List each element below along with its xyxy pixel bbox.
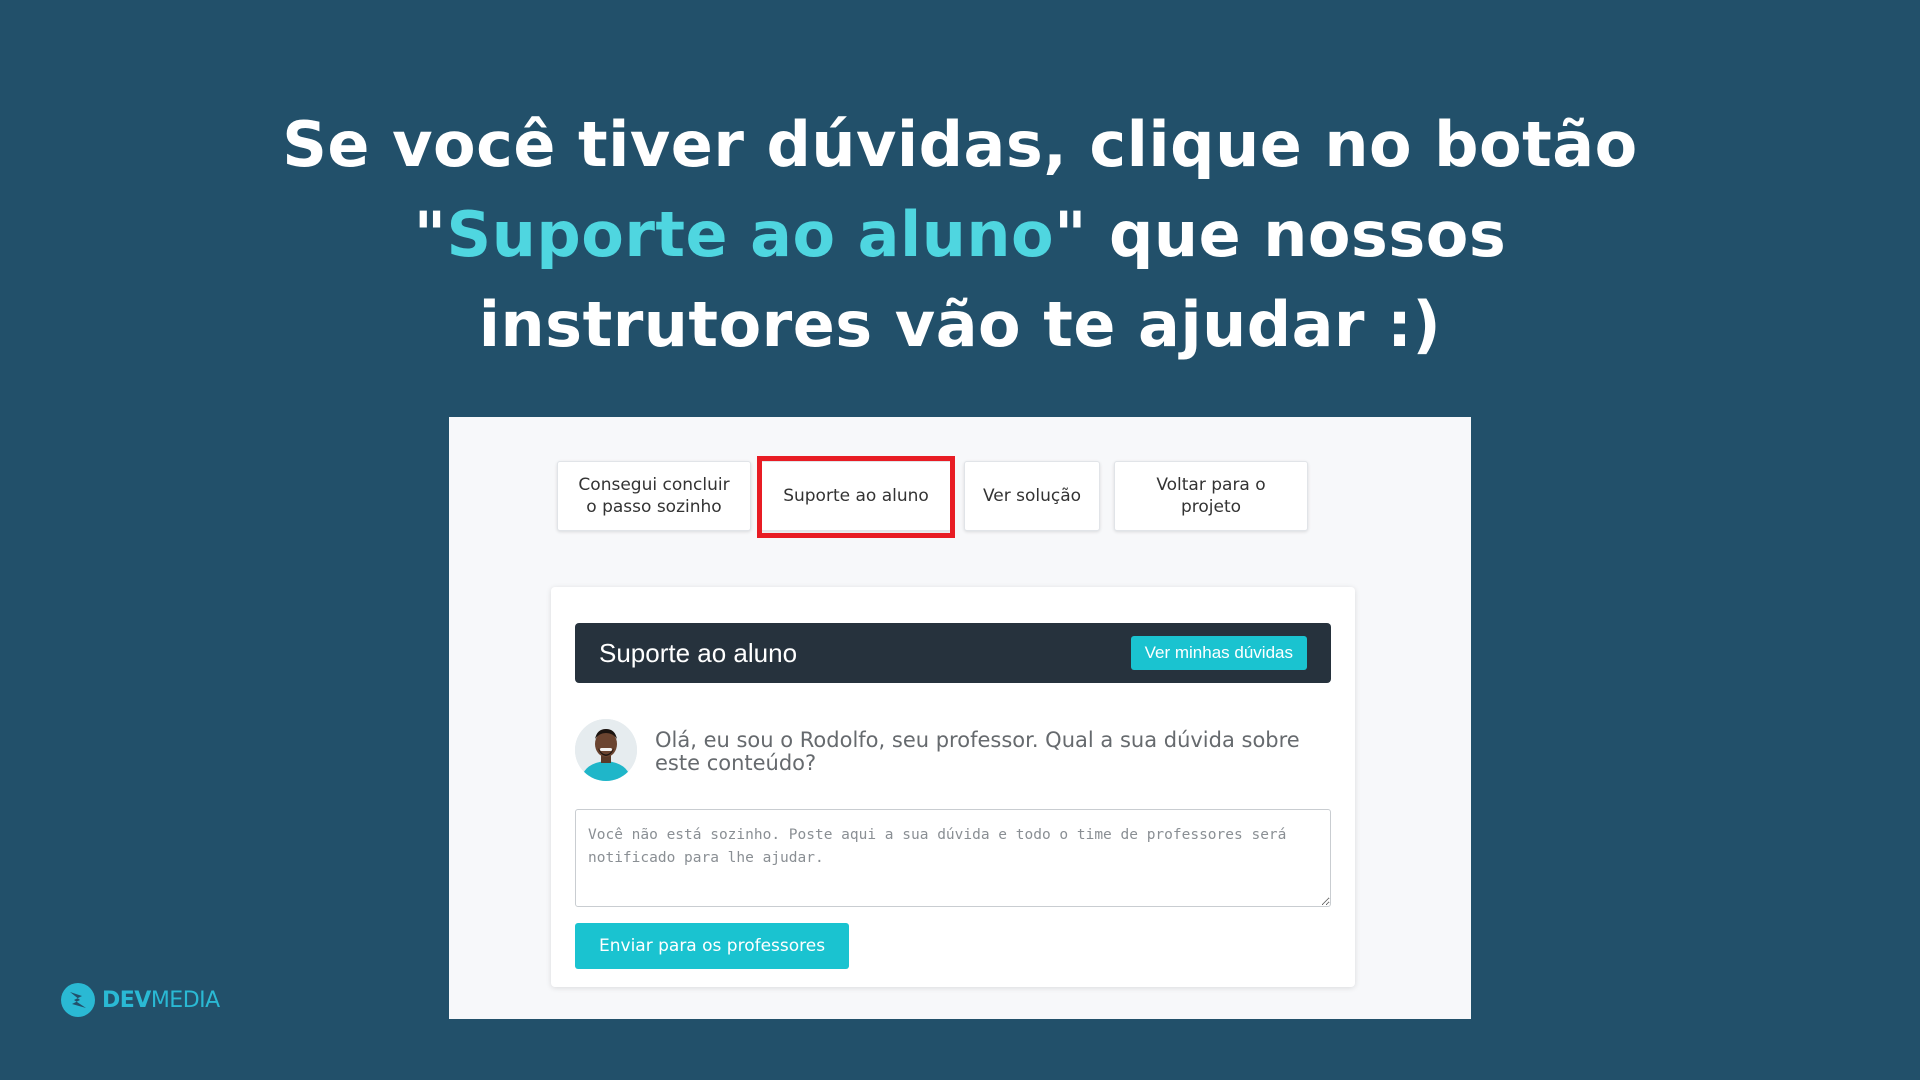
devmedia-logo: DEVMEDIA [60,980,220,1020]
back-to-project-label-2: projeto [1180,497,1242,517]
student-support-button[interactable]: Suporte ao aluno [760,461,952,531]
view-solution-label: Ver solução [982,486,1082,506]
headline: Se você tiver dúvidas, clique no botão "… [0,100,1920,370]
headline-line-1: Se você tiver dúvidas, clique no botão [282,108,1638,181]
support-header: Suporte ao aluno Ver minhas dúvidas [575,623,1331,683]
headline-highlight: Suporte ao aluno [446,198,1055,271]
screenshot-panel: Consegui concluir o passo sozinho Suporte… [449,417,1471,1019]
support-card: Suporte ao aluno Ver minhas dúvidas Olá,… [551,587,1355,987]
send-to-teachers-button[interactable]: Enviar para os professores [575,923,850,969]
completed-step-label-1: Consegui concluir [578,475,730,495]
question-textarea[interactable] [575,809,1331,907]
back-to-project-label-1: Voltar para o [1156,475,1266,495]
quote-open: " [413,198,447,271]
headline-line-3: instrutores vão te ajudar :) [478,288,1442,361]
support-title: Suporte ao aluno [599,638,798,668]
completed-step-button[interactable]: Consegui concluir o passo sozinho [557,461,751,531]
devmedia-logo-icon [61,983,95,1017]
avatar [575,719,637,781]
teacher-avatar-icon [575,719,637,781]
back-to-project-button[interactable]: Voltar para o projeto [1114,461,1308,531]
my-questions-button[interactable]: Ver minhas dúvidas [1130,636,1307,670]
view-solution-button[interactable]: Ver solução [964,461,1100,531]
headline-line-2-rest: " que nossos [1054,198,1507,271]
logo-text-media: MEDIA [150,987,220,1013]
student-support-label: Suporte ao aluno [783,486,929,506]
completed-step-label-2: o passo sozinho [586,497,722,517]
headline-line-2: "Suporte ao aluno" que nossos [0,190,1920,280]
devmedia-wordmark: DEVMEDIA [102,988,220,1013]
logo-text-dev: DEV [102,987,151,1013]
teacher-greeting: Olá, eu sou o Rodolfo, seu professor. Qu… [655,728,1300,775]
